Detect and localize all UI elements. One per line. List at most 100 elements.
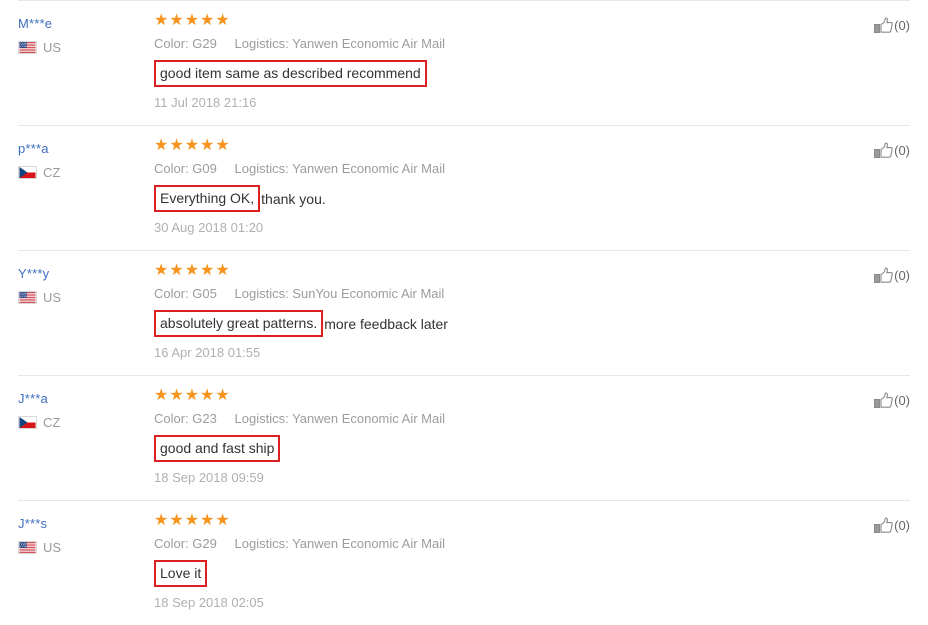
helpful-button[interactable]: (0) <box>846 13 910 35</box>
reviewer-username[interactable]: J***s <box>18 515 136 532</box>
helpful-button[interactable]: (0) <box>846 388 910 410</box>
review-comment: Everything OK, thank you. <box>154 185 846 212</box>
country-flag-icon <box>18 291 37 304</box>
country-code-label: CZ <box>43 165 61 180</box>
star-icon: ★ <box>184 137 201 154</box>
reviewer-country: CZ <box>18 415 136 430</box>
review-meta: Color: G23 Logistics: Yanwen Economic Ai… <box>154 410 846 428</box>
review-date: 18 Sep 2018 09:59 <box>154 470 264 485</box>
star-icon: ★ <box>184 512 201 529</box>
review-comment-highlight: good item same as described recommend <box>154 60 427 87</box>
star-icon: ★ <box>200 512 216 529</box>
review-logistics-label: Logistics: Yanwen Economic Air Mail <box>234 411 446 426</box>
review-content: ★★★★★ Color: G09 Logistics: Yanwen Econo… <box>136 138 846 236</box>
star-icon: ★ <box>154 262 170 279</box>
star-icon: ★ <box>169 262 185 279</box>
review-date: 16 Apr 2018 01:55 <box>154 345 261 360</box>
reviewer-username[interactable]: p***a <box>18 140 136 157</box>
helpful-count-label: (0) <box>894 393 910 408</box>
helpful-button[interactable]: (0) <box>846 513 910 535</box>
star-icon: ★ <box>200 137 216 154</box>
product-feedback-list: M***e US ★★★★★ Color: G29 Logistics: Yan… <box>0 0 928 625</box>
review-logistics-label: Logistics: Yanwen Economic Air Mail <box>234 161 446 176</box>
star-icon: ★ <box>154 512 170 529</box>
thumbs-up-icon[interactable] <box>874 267 893 285</box>
reviewer-username[interactable]: M***e <box>18 15 136 32</box>
star-icon: ★ <box>169 512 185 529</box>
review-meta: Color: G05 Logistics: SunYou Economic Ai… <box>154 285 846 303</box>
star-icon: ★ <box>215 512 231 529</box>
star-icon: ★ <box>200 387 216 404</box>
reviewer-country: US <box>18 290 136 305</box>
star-icon: ★ <box>169 137 185 154</box>
review-meta: Color: G29 Logistics: Yanwen Economic Ai… <box>154 535 846 553</box>
helpful-count-label: (0) <box>894 18 910 33</box>
review-comment-highlight: Everything OK, <box>154 185 261 212</box>
review-date: 11 Jul 2018 21:16 <box>154 95 257 110</box>
review-logistics-label: Logistics: SunYou Economic Air Mail <box>234 286 445 301</box>
country-flag-icon <box>18 416 37 429</box>
review-content: ★★★★★ Color: G29 Logistics: Yanwen Econo… <box>136 13 846 111</box>
reviewer-username[interactable]: Y***y <box>18 265 136 282</box>
review-row: p***a CZ ★★★★★ Color: G09 Logistics: Yan… <box>0 126 928 250</box>
thumbs-up-icon[interactable] <box>874 17 893 35</box>
reviewer-country: US <box>18 40 136 55</box>
star-icon: ★ <box>215 262 231 279</box>
star-rating: ★★★★★ <box>154 388 846 404</box>
helpful-button[interactable]: (0) <box>846 138 910 160</box>
review-content: ★★★★★ Color: G29 Logistics: Yanwen Econo… <box>136 513 846 611</box>
thumbs-up-icon[interactable] <box>874 517 893 535</box>
helpful-button[interactable]: (0) <box>846 263 910 285</box>
star-icon: ★ <box>215 12 231 29</box>
review-comment: Love it <box>154 560 846 587</box>
review-row: Y***y US ★★★★★ Color: G05 Logistics: Sun… <box>0 251 928 375</box>
star-icon: ★ <box>215 387 231 404</box>
review-content: ★★★★★ Color: G23 Logistics: Yanwen Econo… <box>136 388 846 486</box>
review-color-label: Color: G09 <box>154 161 217 176</box>
star-icon: ★ <box>169 387 185 404</box>
star-icon: ★ <box>200 262 216 279</box>
helpful-count-label: (0) <box>894 143 910 158</box>
review-comment-remainder: more feedback later <box>324 315 448 332</box>
review-comment: absolutely great patterns. more feedback … <box>154 310 846 337</box>
star-rating: ★★★★★ <box>154 13 846 29</box>
country-flag-icon <box>18 166 37 179</box>
star-rating: ★★★★★ <box>154 138 846 154</box>
review-row: J***a CZ ★★★★★ Color: G23 Logistics: Yan… <box>0 376 928 500</box>
review-color-label: Color: G23 <box>154 411 217 426</box>
star-icon: ★ <box>169 12 185 29</box>
review-logistics-label: Logistics: Yanwen Economic Air Mail <box>234 536 446 551</box>
helpful-count-label: (0) <box>894 518 910 533</box>
thumbs-up-icon[interactable] <box>874 392 893 410</box>
review-logistics-label: Logistics: Yanwen Economic Air Mail <box>234 36 446 51</box>
thumbs-up-icon[interactable] <box>874 142 893 160</box>
country-code-label: US <box>43 290 62 305</box>
review-comment: good item same as described recommend <box>154 60 846 87</box>
star-rating: ★★★★★ <box>154 263 846 279</box>
review-color-label: Color: G29 <box>154 536 217 551</box>
reviewer-username[interactable]: J***a <box>18 390 136 407</box>
country-code-label: US <box>43 40 62 55</box>
review-comment: good and fast ship <box>154 435 846 462</box>
country-flag-icon <box>18 41 37 54</box>
reviewer-column: p***a CZ <box>18 138 136 180</box>
review-row: J***s US ★★★★★ Color: G29 Logistics: Yan… <box>0 501 928 625</box>
star-rating: ★★★★★ <box>154 513 846 529</box>
review-comment-highlight: Love it <box>154 560 208 587</box>
review-color-label: Color: G05 <box>154 286 217 301</box>
country-code-label: US <box>43 540 62 555</box>
reviewer-column: Y***y US <box>18 263 136 305</box>
reviewer-column: J***a CZ <box>18 388 136 430</box>
review-color-label: Color: G29 <box>154 36 217 51</box>
country-flag-icon <box>18 541 37 554</box>
star-icon: ★ <box>154 12 170 29</box>
review-comment-remainder: thank you. <box>261 190 326 207</box>
review-comment-highlight: absolutely great patterns. <box>154 310 324 337</box>
review-date: 30 Aug 2018 01:20 <box>154 220 264 235</box>
review-comment-highlight: good and fast ship <box>154 435 281 462</box>
review-content: ★★★★★ Color: G05 Logistics: SunYou Econo… <box>136 263 846 361</box>
review-row: M***e US ★★★★★ Color: G29 Logistics: Yan… <box>0 1 928 125</box>
reviewer-column: J***s US <box>18 513 136 555</box>
review-meta: Color: G09 Logistics: Yanwen Economic Ai… <box>154 160 846 178</box>
star-icon: ★ <box>215 137 231 154</box>
